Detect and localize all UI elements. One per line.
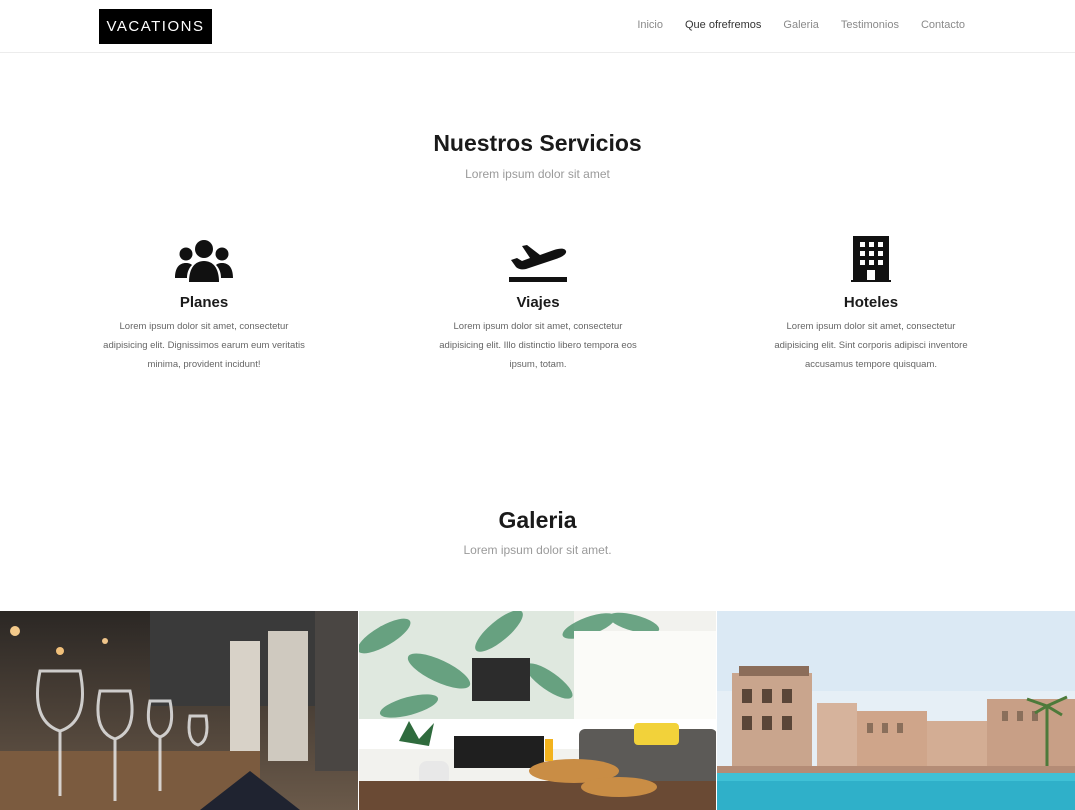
living-room-photo[interactable] [358,611,717,810]
logo[interactable]: VACATIONS [99,9,212,44]
service-title: Viajes [516,294,560,311]
nav-link-galeria[interactable]: Galeria [783,19,818,31]
gallery-title: Galeria [498,507,577,533]
users-icon [175,240,233,282]
service-viajes: Viajes Lorem ipsum dolor sit amet, conse… [433,232,643,374]
services-subtitle: Lorem ipsum dolor sit amet [465,167,610,181]
top-navbar: VACATIONS Inicio Que ofrefremos Galeria … [0,0,1075,53]
gallery-grid [0,611,1075,810]
service-text: Lorem ipsum dolor sit amet, consectetur … [439,321,637,370]
resort-pool-photo[interactable] [717,611,1075,810]
nav-link-que-ofrefremos[interactable]: Que ofrefremos [685,19,761,31]
service-text: Lorem ipsum dolor sit amet, consectetur … [103,321,305,370]
service-planes: Planes Lorem ipsum dolor sit amet, conse… [99,232,309,374]
nav-link-contacto[interactable]: Contacto [921,19,965,31]
service-hoteles: Hoteles Lorem ipsum dolor sit amet, cons… [766,232,976,374]
nav-link-inicio[interactable]: Inicio [637,19,663,31]
service-title: Hoteles [843,294,899,311]
nav-link-testimonios[interactable]: Testimonios [841,19,899,31]
plane-departure-icon [509,245,567,282]
service-text: Lorem ipsum dolor sit amet, consectetur … [774,321,968,370]
main-nav: Inicio Que ofrefremos Galeria Testimonio… [637,19,965,31]
services-title: Nuestros Servicios [433,130,642,156]
gallery-subtitle: Lorem ipsum dolor sit amet. [463,543,612,557]
service-title: Planes [179,294,229,311]
building-icon [851,236,891,282]
restaurant-photo[interactable] [0,611,358,810]
